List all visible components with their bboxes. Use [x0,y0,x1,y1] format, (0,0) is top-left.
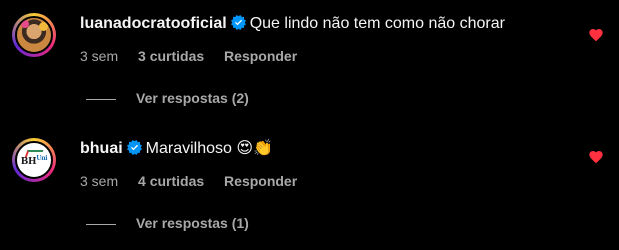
comment-meta: 3 sem 3 curtidas Responder [80,48,313,64]
comment-time: 3 sem [80,173,119,189]
view-replies-label: Ver respostas (1) [136,215,249,231]
avatar-image [15,16,53,54]
likes-count-button[interactable]: 4 curtidas [138,173,204,189]
comment-meta: 3 sem 4 curtidas Responder [80,173,313,189]
heart-icon[interactable] [588,27,604,43]
verified-badge-icon [126,140,142,155]
avatar-logo: BHUni [20,155,48,167]
comment-time: 3 sem [80,48,119,64]
comment-line: luanadocratooficial Que lindo não tem com… [80,14,505,34]
heart-icon[interactable] [588,149,604,165]
username-link[interactable]: bhuai [80,140,123,157]
comment-text: Que lindo não tem como não chorar [249,15,505,32]
avatar-image: BHUni [15,141,53,179]
comment-text: Maravilhoso 😍👏 [145,140,273,157]
verified-badge-icon [230,15,246,30]
avatar[interactable] [12,13,56,57]
reply-button[interactable]: Responder [224,48,297,64]
view-replies-button[interactable]: Ver respostas (2) [86,90,249,106]
comment-line: bhuai Maravilhoso 😍👏 [80,139,273,159]
reply-button[interactable]: Responder [224,173,297,189]
username-link[interactable]: luanadocratooficial [80,15,227,32]
view-replies-label: Ver respostas (2) [136,90,249,106]
replies-divider [86,98,116,100]
likes-count-button[interactable]: 3 curtidas [138,48,204,64]
comment-item: BHUni bhuai Maravilhoso 😍👏 3 sem 4 curtid… [0,125,619,250]
avatar[interactable]: BHUni [12,138,56,182]
view-replies-button[interactable]: Ver respostas (1) [86,215,249,231]
comment-item: luanadocratooficial Que lindo não tem com… [0,0,619,125]
replies-divider [86,223,116,225]
